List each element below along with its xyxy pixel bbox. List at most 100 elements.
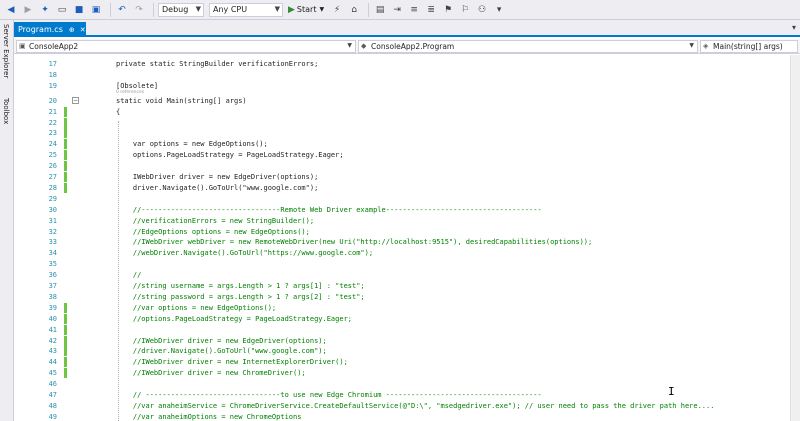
save-icon[interactable]: ■: [72, 3, 86, 17]
code-line[interactable]: 43 //driver.Navigate().GoToUrl("www.goog…: [14, 346, 800, 357]
line-number: 43: [48, 347, 57, 356]
code-line[interactable]: 26: [14, 161, 800, 172]
line-number: 30: [48, 205, 57, 214]
class-icon: ◆: [361, 42, 367, 50]
code-line[interactable]: 40 //options.PageLoadStrategy = PageLoad…: [14, 313, 800, 324]
code-line[interactable]: 25 options.PageLoadStrategy = PageLoadSt…: [14, 150, 800, 161]
code-line[interactable]: 37 //string username = args.Length > 1 ?…: [14, 281, 800, 291]
browser-link-icon[interactable]: ⌂: [347, 3, 361, 17]
code-line[interactable]: 35: [14, 259, 800, 269]
code-line[interactable]: 49 //var anaheimOptions = new ChromeOpti…: [14, 412, 800, 421]
line-number: 35: [48, 260, 57, 269]
code-line[interactable]: 22: [14, 117, 800, 128]
comment-icon[interactable]: ≡: [407, 3, 421, 17]
open-folder-icon[interactable]: ▭: [55, 3, 69, 17]
code-line[interactable]: 24 var options = new EdgeOptions();: [14, 139, 800, 150]
uncomment-icon[interactable]: ≣: [424, 3, 438, 17]
undo-icon[interactable]: ↶: [115, 3, 129, 17]
code-line[interactable]: 34 //webDriver.Navigate().GoToUrl("https…: [14, 248, 800, 258]
line-number: 32: [48, 227, 57, 236]
code-text: //IWebDriver driver = new InternetExplor…: [116, 358, 348, 367]
line-number: 42: [48, 336, 57, 345]
code-line[interactable]: 44 //IWebDriver driver = new InternetExp…: [14, 357, 800, 368]
change-marker: [64, 182, 67, 193]
member-select[interactable]: ◈ Main(string[] args): [700, 40, 798, 53]
change-marker: [64, 368, 67, 379]
redo-icon[interactable]: ↷: [132, 3, 146, 17]
toolbar-divider: [153, 2, 154, 17]
next-bookmark-icon[interactable]: ⚐: [458, 3, 472, 17]
step-icon[interactable]: ⇥: [390, 3, 404, 17]
code-line[interactable]: 17 private static StringBuilder verificat…: [14, 59, 800, 69]
configuration-select[interactable]: Debug ▼: [158, 2, 204, 17]
change-marker: [64, 357, 67, 368]
platform-select[interactable]: Any CPU ▼: [209, 2, 283, 17]
start-button[interactable]: ▶ Start ▼: [288, 5, 324, 15]
line-number: 24: [48, 140, 57, 149]
code-line[interactable]: 27 IWebDriver driver = new EdgeDriver(op…: [14, 172, 800, 182]
line-number: 17: [48, 60, 57, 68]
toolbox-tab[interactable]: Toolbox: [2, 98, 10, 124]
change-marker: [64, 150, 67, 161]
code-text: //EdgeOptions options = new EdgeOptions(…: [116, 227, 310, 236]
code-text: private static StringBuilder verificatio…: [116, 60, 319, 68]
code-line[interactable]: 42 //IWebDriver driver = new EdgeDriver(…: [14, 335, 800, 346]
pin-icon[interactable]: ⊕: [69, 26, 75, 34]
project-select[interactable]: ▣ ConsoleApp2 ▼: [16, 40, 356, 53]
code-text: // --------------------------------to us…: [116, 391, 542, 399]
bookmark-icon[interactable]: ⚑: [441, 3, 455, 17]
chevron-down-icon: ▼: [689, 42, 694, 49]
vertical-scrollbar[interactable]: [790, 55, 800, 421]
code-text: options.PageLoadStrategy = PageLoadStrat…: [116, 151, 344, 160]
code-line[interactable]: 39 //var options = new EdgeOptions();: [14, 302, 800, 313]
code-line[interactable]: 29: [14, 194, 800, 204]
code-line[interactable]: 47 // --------------------------------to…: [14, 390, 800, 400]
code-line[interactable]: 30 //---------------------------------Re…: [14, 205, 800, 215]
code-line[interactable]: 48 //var anaheimService = ChromeDriverSe…: [14, 401, 800, 411]
code-text: //IWebDriver driver = new EdgeDriver(opt…: [116, 336, 327, 345]
platform-value: Any CPU: [213, 5, 248, 14]
code-editor[interactable]: 17 private static StringBuilder verificat…: [14, 55, 800, 421]
configuration-value: Debug: [162, 5, 189, 14]
code-line[interactable]: 33 //IWebDriver webDriver = new RemoteWe…: [14, 237, 800, 247]
line-number: 31: [48, 216, 57, 225]
tab-filename: Program.cs: [18, 25, 63, 34]
code-line[interactable]: 18: [14, 70, 800, 80]
code-line[interactable]: 32 //EdgeOptions options = new EdgeOptio…: [14, 227, 800, 237]
new-project-icon[interactable]: ✦: [38, 3, 52, 17]
line-number: 39: [48, 303, 57, 312]
code-line[interactable]: 21 {: [14, 106, 800, 117]
clear-bookmarks-icon[interactable]: ⚇: [475, 3, 489, 17]
code-line[interactable]: 45 //IWebDriver driver = new ChromeDrive…: [14, 368, 800, 379]
save-all-icon[interactable]: ▣: [89, 3, 103, 17]
back-icon[interactable]: ◀: [4, 3, 18, 17]
change-marker: [64, 346, 67, 357]
forward-icon[interactable]: ▶: [21, 3, 35, 17]
code-line[interactable]: 31 //verificationErrors = new StringBuil…: [14, 216, 800, 226]
hot-reload-icon[interactable]: ⚡: [330, 3, 344, 17]
document-tab-row: Program.cs ⊕ ✕ ▾: [14, 20, 800, 37]
chevron-down-icon: ▼: [195, 4, 201, 13]
code-line[interactable]: 38 //string password = args.Length > 1 ?…: [14, 292, 800, 302]
project-value: ConsoleApp2: [29, 42, 79, 51]
tab-program-cs[interactable]: Program.cs ⊕ ✕: [14, 22, 86, 37]
code-line[interactable]: 36 //: [14, 270, 800, 280]
server-explorer-tab[interactable]: Server Explorer: [2, 24, 10, 78]
toolbar-divider: [110, 2, 111, 17]
toolbar-divider: [368, 2, 370, 17]
code-text: //IWebDriver driver = new ChromeDriver()…: [116, 369, 306, 378]
line-number: 19: [48, 81, 57, 90]
code-line[interactable]: 41: [14, 324, 800, 335]
code-line[interactable]: 28 driver.Navigate().GoToUrl("www.google…: [14, 182, 800, 193]
toolbox-icon[interactable]: ▤: [373, 3, 387, 17]
class-select[interactable]: ◆ ConsoleApp2.Program ▼: [358, 40, 698, 53]
close-icon[interactable]: ✕: [80, 26, 86, 34]
code-line[interactable]: 20 − static void Main(string[] args): [14, 96, 800, 106]
code-line[interactable]: 46: [14, 379, 800, 389]
code-line[interactable]: 23: [14, 128, 800, 139]
tab-overflow-icon[interactable]: ▾: [792, 23, 796, 32]
collapse-icon[interactable]: −: [72, 96, 79, 104]
code-text: //webDriver.Navigate().GoToUrl("https://…: [116, 249, 374, 258]
line-number: 29: [48, 194, 57, 203]
toolbar-overflow-icon[interactable]: ▾: [492, 3, 506, 17]
